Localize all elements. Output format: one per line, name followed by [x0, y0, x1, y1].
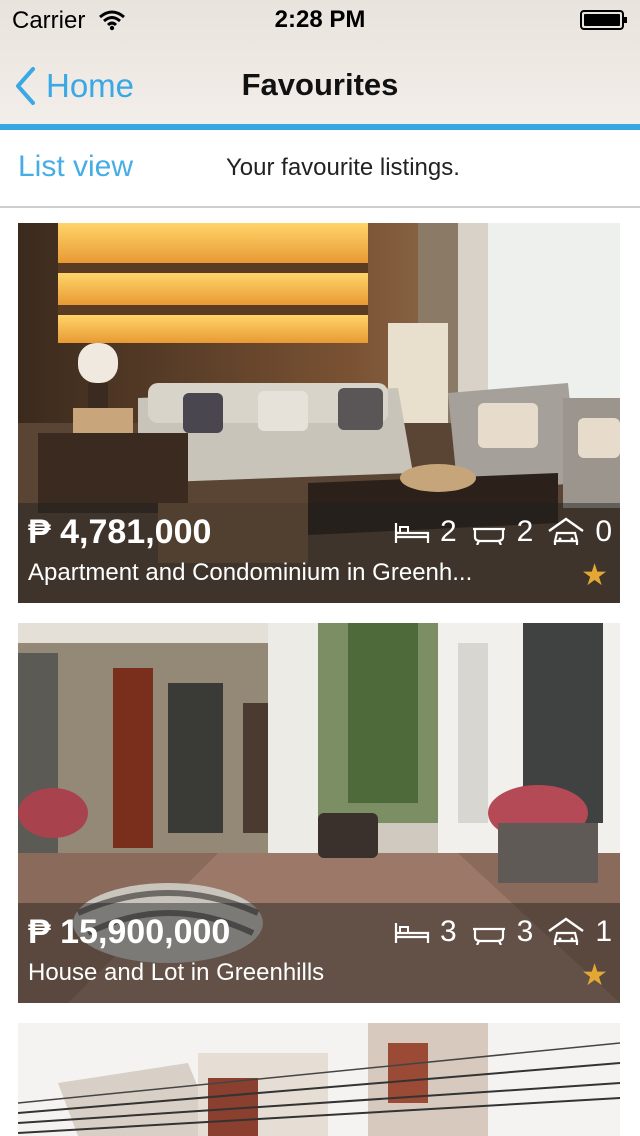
parking-count: 1 [595, 915, 612, 948]
bed-icon [394, 523, 430, 543]
bedroom-count: 3 [439, 915, 457, 948]
listing-price: ₱ 15,900,000 [28, 913, 231, 951]
battery-icon [580, 10, 627, 30]
listing-card[interactable]: ₱ 4,781,000 2 2 0 Apartment and Condomin… [18, 223, 620, 603]
page-title: Favourites [241, 67, 399, 102]
garage-icon [548, 917, 585, 945]
listing-card-partial[interactable] [18, 1023, 620, 1136]
status-bar: Carrier 2:28 PM [0, 0, 640, 40]
bathtub-icon [472, 527, 505, 545]
parking-count: 0 [595, 515, 612, 548]
garage-icon [548, 517, 585, 545]
bathroom-count: 3 [516, 915, 534, 948]
bathroom-count: 2 [516, 515, 534, 548]
subheader-text: Your favourite listings. [226, 154, 460, 181]
bedroom-count: 2 [439, 515, 457, 548]
status-time: 2:28 PM [274, 6, 366, 33]
favourite-star-icon[interactable]: ★ [581, 558, 608, 593]
listing-photo-building [18, 1023, 620, 1136]
listing-stats: 3 3 1 [380, 915, 612, 949]
listing-price: ₱ 4,781,000 [28, 513, 212, 551]
listing-stats: 2 2 0 [380, 515, 612, 549]
top-bar: Carrier 2:28 PM Home Favourites [0, 0, 640, 126]
bed-icon [394, 923, 430, 943]
list-view-button[interactable]: List view [18, 150, 133, 184]
listing-title: House and Lot in Greenhills [28, 959, 325, 986]
listing-info-overlay: ₱ 4,781,000 2 2 0 Apartment and Condomin… [18, 503, 620, 603]
listing-title: Apartment and Condominium in Greenh... [28, 559, 473, 586]
sub-header: List view Your favourite listings. [0, 130, 640, 208]
favourite-star-icon[interactable]: ★ [581, 958, 608, 993]
bathtub-icon [472, 927, 505, 945]
listing-card[interactable]: ₱ 15,900,000 3 3 1 House and Lot in Gree… [18, 623, 620, 1003]
listing-info-overlay: ₱ 15,900,000 3 3 1 House and Lot in Gree… [18, 903, 620, 1003]
